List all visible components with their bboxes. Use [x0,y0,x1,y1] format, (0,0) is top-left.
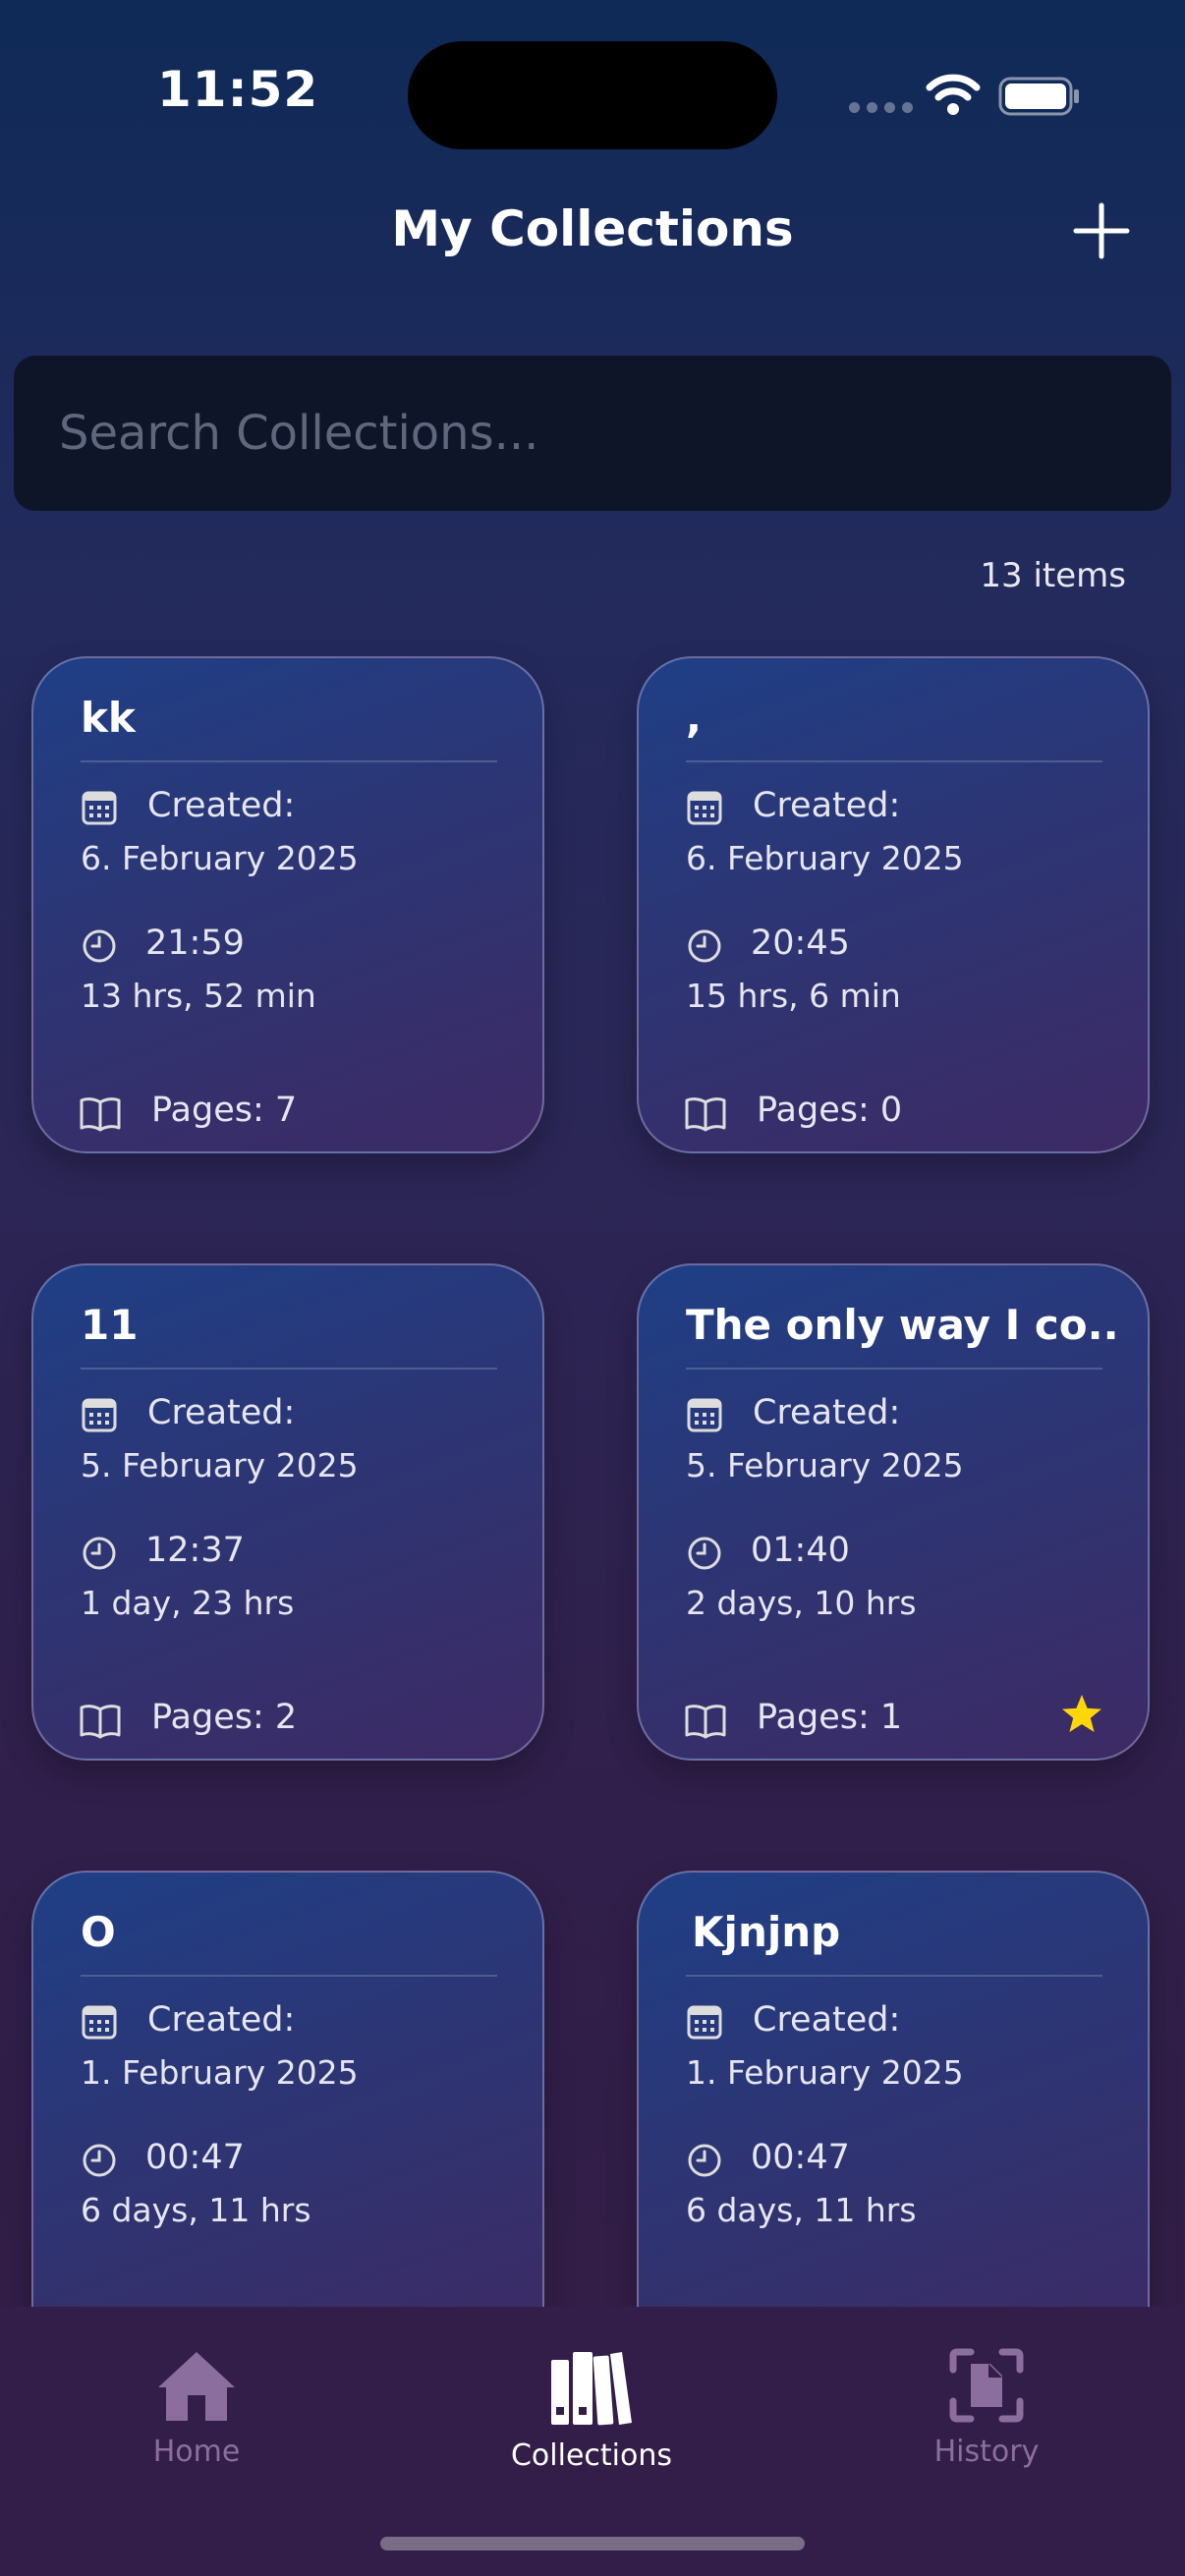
clock-icon [83,2144,116,2177]
book-icon [80,1097,121,1132]
tab-history-label: History [933,2435,1040,2469]
created-date: 6. February 2025 [686,839,964,877]
book-icon [80,1705,121,1739]
clock-icon [688,1537,721,1570]
scan-document-icon [949,2348,1024,2423]
collection-card[interactable]: Kjnjnp Created: 1. February 2025 00:47 6… [637,1871,1150,2368]
created-label: Created: [753,2000,901,2040]
clock-icon [83,929,116,963]
created-date: 1. February 2025 [686,2053,964,2092]
collection-card[interactable]: 11 Created: 5. February 2025 12:37 1 day… [31,1263,544,1761]
wifi-icon [926,74,981,115]
created-date: 5. February 2025 [81,1446,359,1484]
tab-collections[interactable]: Collections [464,2348,719,2473]
created-label: Created: [753,1393,901,1432]
created-label: Created: [147,786,296,825]
collection-card[interactable]: The only way I co... Created: 5. Februar… [637,1263,1150,1761]
elapsed-time: 2 days, 10 hrs [686,1584,917,1622]
created-time: 00:47 [751,2138,850,2177]
item-count: 13 items [980,556,1126,595]
cellular-signal-icon [849,102,913,113]
pages-count: Pages: 0 [757,1091,903,1130]
calendar-icon [82,2005,117,2040]
tab-history[interactable]: History [859,2348,1114,2469]
elapsed-time: 6 days, 11 hrs [81,2191,311,2229]
elapsed-time: 1 day, 23 hrs [81,1584,295,1622]
created-label: Created: [147,1393,296,1432]
calendar-icon [687,791,722,825]
tab-home[interactable]: Home [69,2348,324,2469]
collection-title: O [81,1908,116,1956]
created-time: 01:40 [751,1531,850,1570]
divider [686,1368,1102,1370]
pages-count: Pages: 7 [151,1091,298,1130]
status-time: 11:52 [157,61,319,118]
calendar-icon [687,2005,722,2040]
favorite-star-icon[interactable] [1059,1692,1104,1737]
page-title: My Collections [391,200,794,257]
divider [686,1975,1102,1977]
elapsed-time: 15 hrs, 6 min [686,977,901,1015]
dynamic-island [408,41,777,149]
divider [81,760,497,762]
created-time: 21:59 [145,924,245,963]
created-date: 6. February 2025 [81,839,359,877]
pages-count: Pages: 1 [757,1698,903,1737]
created-time: 00:47 [145,2138,245,2177]
collection-card[interactable]: kk Created: 6. February 2025 21:59 13 hr… [31,656,544,1153]
created-time: 12:37 [145,1531,245,1570]
collection-title: kk [81,694,136,742]
home-indicator [380,2537,805,2550]
books-icon [551,2352,632,2426]
created-date: 1. February 2025 [81,2053,359,2092]
calendar-icon [687,1398,722,1432]
add-collection-button[interactable] [1073,202,1130,259]
created-label: Created: [753,786,901,825]
collection-title: The only way I co... [686,1301,1118,1349]
battery-icon [998,77,1079,116]
created-label: Created: [147,2000,296,2040]
divider [81,1368,497,1370]
search-input[interactable] [14,356,1171,511]
elapsed-time: 13 hrs, 52 min [81,977,316,1015]
collection-title: 11 [81,1301,139,1349]
calendar-icon [82,1398,117,1432]
clock-icon [688,929,721,963]
collection-title: Kjnjnp [692,1908,841,1956]
pages-count: Pages: 2 [151,1698,298,1737]
clock-icon [688,2144,721,2177]
calendar-icon [82,791,117,825]
home-icon [158,2352,235,2421]
tab-home-label: Home [152,2435,241,2469]
clock-icon [83,1537,116,1570]
book-icon [685,1705,726,1739]
divider [81,1975,497,1977]
book-icon [685,1097,726,1132]
collection-card[interactable]: O Created: 1. February 2025 00:47 6 days… [31,1871,544,2368]
collection-card[interactable]: , Created: 6. February 2025 20:45 15 hrs… [637,656,1150,1153]
divider [686,760,1102,762]
created-date: 5. February 2025 [686,1446,964,1484]
tab-collections-label: Collections [510,2438,673,2473]
collection-title: , [686,694,702,742]
created-time: 20:45 [751,924,850,963]
tab-bar: Home Collections History [0,2307,1185,2576]
elapsed-time: 6 days, 11 hrs [686,2191,917,2229]
